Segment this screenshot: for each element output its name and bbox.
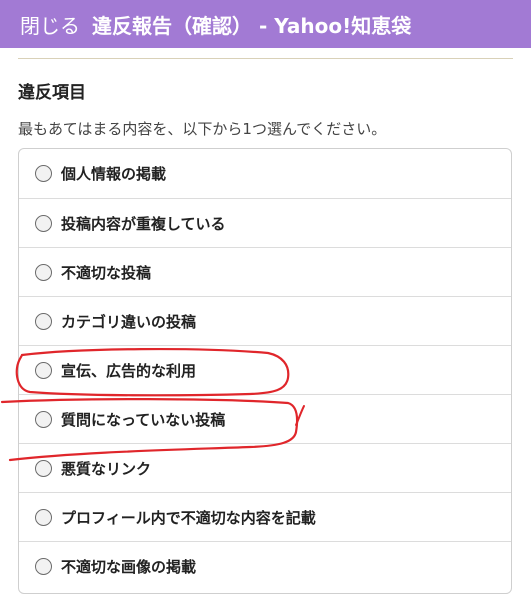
radio-icon[interactable] bbox=[35, 557, 52, 575]
option-label: プロフィール内で不適切な内容を記載 bbox=[61, 508, 316, 527]
option-wrong-category[interactable]: カテゴリ違いの投稿 bbox=[19, 296, 511, 345]
header-bar: 閉じる 違反報告（確認） - Yahoo!知恵袋 bbox=[0, 0, 531, 48]
radio-icon[interactable] bbox=[35, 165, 52, 182]
page-title: 違反報告（確認） - Yahoo!知恵袋 bbox=[92, 13, 412, 38]
option-label: 不適切な投稿 bbox=[61, 263, 152, 282]
option-label: 悪質なリンク bbox=[61, 459, 152, 478]
radio-icon[interactable] bbox=[35, 312, 52, 330]
radio-icon[interactable] bbox=[35, 459, 52, 477]
option-advertising[interactable]: 宣伝、広告的な利用 bbox=[19, 345, 511, 394]
radio-icon[interactable] bbox=[35, 361, 52, 379]
instruction-text: 最もあてはまる内容を、以下から1つ選んでください。 bbox=[18, 120, 387, 138]
option-label: 質問になっていない投稿 bbox=[61, 410, 226, 429]
option-duplicate-post[interactable]: 投稿内容が重複している bbox=[19, 198, 511, 247]
option-inappropriate-post[interactable]: 不適切な投稿 bbox=[19, 247, 511, 296]
option-label: 投稿内容が重複している bbox=[61, 214, 226, 233]
radio-icon[interactable] bbox=[35, 214, 52, 232]
radio-icon[interactable] bbox=[35, 410, 52, 428]
close-button[interactable]: 閉じる bbox=[20, 10, 80, 39]
option-profile-inappropriate[interactable]: プロフィール内で不適切な内容を記載 bbox=[19, 492, 511, 541]
option-label: カテゴリ違いの投稿 bbox=[61, 312, 197, 331]
radio-icon[interactable] bbox=[35, 508, 52, 526]
option-personal-info[interactable]: 個人情報の掲載 bbox=[19, 149, 511, 198]
option-label: 個人情報の掲載 bbox=[61, 165, 167, 183]
option-inappropriate-image[interactable]: 不適切な画像の掲載 bbox=[19, 541, 511, 590]
options-list: 個人情報の掲載 投稿内容が重複している 不適切な投稿 カテゴリ違いの投稿 宣伝、… bbox=[18, 148, 512, 594]
option-not-a-question[interactable]: 質問になっていない投稿 bbox=[19, 394, 511, 443]
option-label: 不適切な画像の掲載 bbox=[61, 557, 197, 576]
option-malicious-link[interactable]: 悪質なリンク bbox=[19, 443, 511, 492]
radio-icon[interactable] bbox=[35, 263, 52, 281]
section-title: 違反項目 bbox=[18, 83, 86, 103]
option-label: 宣伝、広告的な利用 bbox=[61, 361, 197, 380]
divider bbox=[18, 58, 513, 59]
